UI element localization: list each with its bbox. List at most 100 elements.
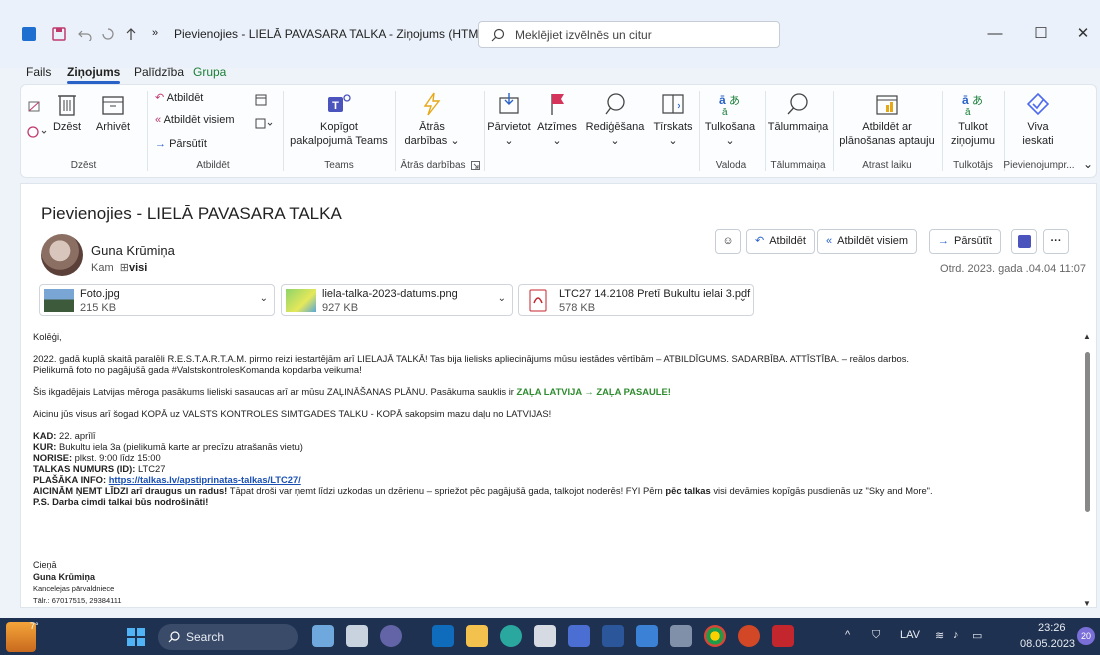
edge-icon[interactable] — [500, 625, 522, 647]
delete-group-label: Dzēst — [70, 160, 97, 171]
move-button[interactable]: Pārvietot ⌄ — [481, 91, 537, 148]
info-link[interactable]: https://talkas.lv/apstiprinatas-talkas/L… — [109, 474, 301, 485]
tags-button[interactable]: Atzīmes ⌄ — [534, 91, 580, 148]
reply-all-label: Atbildēt visiem — [837, 235, 909, 247]
search-icon — [491, 28, 505, 42]
editing-button[interactable]: Rediģēšana ⌄ — [583, 91, 647, 148]
share-to-teams-button[interactable]: T Kopīgot pakalpojumā Teams — [289, 91, 389, 148]
forward-button[interactable]: → Pārsūtīt — [155, 137, 207, 151]
powerpoint-icon[interactable] — [738, 625, 760, 647]
search-box[interactable]: Meklējiet izvēlnēs un citur — [478, 21, 780, 48]
app-icon[interactable] — [568, 625, 590, 647]
chevron-down-icon[interactable]: ⌄ — [260, 293, 268, 304]
close-button[interactable]: ✕ — [1068, 21, 1098, 47]
acrobat-icon[interactable] — [772, 625, 794, 647]
windows-start-icon[interactable] — [127, 628, 145, 646]
chevron-down-icon[interactable]: ⌄ — [498, 293, 506, 304]
svg-text:ā: ā — [722, 107, 728, 117]
attachment-name: liela-talka-2023-datums.png — [322, 288, 458, 300]
menu-help[interactable]: Palīdzība — [134, 65, 184, 79]
scroll-up-icon[interactable]: ▲ — [1083, 332, 1091, 341]
signature: Cieņā Guna Krūmiņa Kancelejas pārvaldnie… — [33, 559, 122, 607]
chevron-down-icon[interactable]: ⌄ — [739, 293, 747, 304]
to-recipient[interactable]: visi — [129, 262, 147, 274]
menu-group[interactable]: Grupa — [193, 65, 226, 79]
dialog-launcher-icon[interactable] — [471, 161, 480, 170]
more-actions-button[interactable]: ··· — [1043, 229, 1069, 254]
invite-bold: AICINĀM ŅEMT LĪDZI arī draugus un radus! — [33, 485, 228, 496]
archive-button[interactable]: Arhivēt — [89, 91, 137, 134]
scroll-down-icon[interactable]: ▼ — [1083, 599, 1091, 608]
share-teams-label: Kopīgot pakalpojumā Teams — [290, 121, 388, 147]
arrow-up-icon[interactable] — [124, 27, 138, 41]
more-respond-icon[interactable] — [254, 117, 274, 131]
taskbar-search[interactable]: Search — [158, 624, 298, 650]
meeting-reply-icon[interactable] — [254, 93, 268, 107]
reply-with-poll-button[interactable]: Atbildēt ar plānošanas aptauju — [834, 91, 940, 148]
zoom-button[interactable]: Tālummaiņa — [765, 91, 831, 134]
battery-icon[interactable]: ▭ — [972, 629, 982, 642]
language-indicator[interactable]: LAV — [900, 629, 920, 641]
reply-all-button[interactable]: « Atbildēt visiem — [155, 113, 235, 127]
calculator-icon[interactable] — [670, 625, 692, 647]
immersive-label: Tīrskats — [653, 121, 693, 133]
notification-badge[interactable]: 20 — [1077, 627, 1095, 645]
minimize-button[interactable]: — — [980, 21, 1010, 47]
attachment-pdf[interactable]: LTC27 14.2108 Pretī Bukultu ielai 3.pdf … — [518, 284, 754, 316]
save-icon[interactable] — [52, 27, 66, 41]
chevron-up-icon[interactable]: ^ — [845, 629, 850, 641]
maximize-button[interactable]: ☐ — [1026, 21, 1056, 47]
reply-label: Atbildēt — [769, 235, 806, 247]
clock-time[interactable]: 23:26 — [1038, 622, 1066, 634]
time-label: NORISE: — [33, 452, 73, 463]
menu-bar: Fails Ziņojums Palīdzība Grupa — [0, 60, 1100, 84]
scrollbar-thumb[interactable] — [1085, 352, 1090, 512]
teams-chat-icon[interactable] — [380, 625, 402, 647]
translate-button[interactable]: āあā Tulkošana ⌄ — [699, 91, 761, 148]
signature-closing: Cieņā — [33, 560, 57, 570]
overflow-chevron[interactable]: » — [152, 27, 158, 39]
wifi-icon[interactable]: ≋ — [935, 629, 944, 642]
clock-date[interactable]: 08.05.2023 — [1020, 638, 1075, 650]
quick-steps-button[interactable]: Ātrās darbības ⌄ — [399, 91, 465, 148]
avatar[interactable] — [41, 234, 83, 276]
defender-icon[interactable]: ⛉ — [872, 629, 880, 642]
menu-message[interactable]: Ziņojums — [67, 65, 121, 84]
emoji-button[interactable]: ☺ — [715, 229, 741, 254]
translate-label: Tulkošana — [704, 121, 756, 133]
teams-share-button[interactable] — [1011, 229, 1037, 254]
reply-button[interactable]: ↶ Atbildēt — [155, 91, 203, 105]
reply-all-button[interactable]: « Atbildēt visiem — [817, 229, 918, 254]
redo-icon[interactable] — [101, 27, 115, 41]
app-icon[interactable] — [534, 625, 556, 647]
file-explorer-icon[interactable] — [466, 625, 488, 647]
attachment-foto[interactable]: Foto.jpg 215 KB ⌄ — [39, 284, 275, 316]
outlook-taskbar-icon[interactable] — [432, 625, 454, 647]
vertical-scrollbar[interactable]: ▲ ▼ — [1082, 332, 1092, 608]
editing-label: Rediģēšana — [585, 121, 645, 133]
word-icon[interactable] — [602, 625, 624, 647]
volume-icon[interactable]: ♪ — [953, 629, 959, 641]
undo-icon[interactable] — [78, 27, 92, 41]
reply-icon: ↶ — [755, 235, 765, 247]
chrome-icon[interactable] — [704, 625, 726, 647]
menu-file[interactable]: Fails — [26, 65, 51, 79]
attachment-png[interactable]: liela-talka-2023-datums.png 927 KB ⌄ — [281, 284, 513, 316]
task-view-icon[interactable] — [346, 625, 368, 647]
viva-insights-icon — [1026, 92, 1050, 116]
translate-message-button[interactable]: āあā Tulkot ziņojumu — [943, 91, 1003, 148]
immersive-reader-button[interactable]: Tīrskats ⌄ — [648, 91, 698, 148]
signature-name: Guna Krūmiņa — [33, 572, 96, 582]
archive-label: Arhivēt — [95, 121, 131, 133]
sender-name[interactable]: Guna Krūmiņa — [91, 243, 175, 258]
zoom-icon — [787, 93, 808, 115]
forward-button[interactable]: → Pārsūtīt — [929, 229, 1001, 254]
reply-button[interactable]: ↶ Atbildēt — [746, 229, 815, 254]
expand-group-icon[interactable]: ⊞ — [120, 262, 129, 274]
delete-button[interactable]: Dzēst — [43, 91, 91, 134]
viva-insights-button[interactable]: Viva ieskati — [1011, 91, 1065, 148]
app-icon[interactable] — [636, 625, 658, 647]
collapse-ribbon-icon[interactable]: ⌄ — [1083, 157, 1093, 171]
widgets-icon[interactable] — [312, 625, 334, 647]
ignore-icon[interactable] — [27, 99, 41, 113]
